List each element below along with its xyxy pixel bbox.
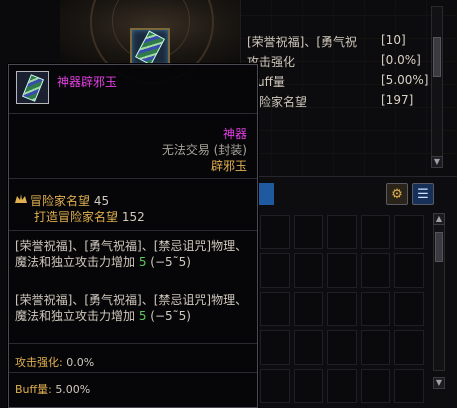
inventory-slot[interactable] (327, 253, 357, 288)
scrollbar-thumb[interactable] (435, 232, 443, 262)
inventory-slot[interactable] (394, 215, 424, 250)
effect-description: [荣誉祝福]、[勇气祝福]、[禁忌诅咒]物理、魔法和独立攻击力增加 5 (−5˜… (15, 293, 251, 324)
inventory-slot[interactable] (327, 291, 357, 327)
trade-status: 无法交易 (封装) (161, 143, 247, 157)
inventory-slot[interactable] (293, 330, 324, 365)
inventory-slot[interactable] (293, 368, 324, 403)
stat-value: [5.00%] (381, 73, 429, 87)
inventory-slot[interactable] (260, 291, 290, 327)
inventory-slot[interactable] (293, 291, 324, 327)
inventory-tab[interactable] (258, 183, 274, 205)
attack-enhance-row: 攻击强化: 0.0% (15, 354, 94, 370)
item-set-name: 辟邪玉 (210, 159, 247, 173)
scroll-down-arrow-icon[interactable]: ▼ (433, 377, 445, 389)
scroll-up-arrow-icon[interactable]: ▲ (433, 213, 445, 225)
inventory-panel: ⚙ ☰ ▲ ▼ (258, 176, 457, 408)
inventory-scrollbar[interactable] (433, 221, 445, 371)
item-name: 神器辟邪玉 (57, 75, 118, 89)
inventory-slot[interactable] (394, 291, 424, 327)
divider (9, 230, 257, 231)
forge-fame: 打造冒险家名望 152 (34, 208, 145, 225)
inventory-slot[interactable] (394, 253, 424, 288)
inventory-slot[interactable] (293, 253, 324, 288)
stat-value: [0.0%] (381, 53, 421, 67)
stat-value: [197] (381, 93, 414, 107)
scroll-down-arrow-icon[interactable]: ▼ (431, 156, 443, 168)
inventory-slot[interactable] (327, 215, 357, 250)
equipped-item-slot[interactable] (130, 28, 170, 68)
item-rarity: 神器 (222, 127, 247, 141)
effect-range: (−5˜5) (146, 254, 191, 269)
inventory-slot[interactable] (360, 330, 391, 365)
item-icon (16, 71, 49, 104)
inventory-slot[interactable] (260, 368, 290, 403)
gear-icon[interactable]: ⚙ (386, 183, 408, 205)
inventory-slot[interactable] (293, 215, 324, 250)
inventory-slot[interactable] (360, 291, 391, 327)
inventory-slot[interactable] (360, 253, 391, 288)
inventory-slot[interactable] (260, 253, 290, 288)
effect-description: [荣誉祝福]、[勇气祝福]、[禁忌诅咒]物理、魔法和独立攻击力增加 5 (−5˜… (15, 239, 251, 270)
stats-scrollbar[interactable] (431, 6, 443, 166)
divider (9, 343, 257, 344)
stat-value: [10] (381, 33, 406, 47)
item-tooltip: 神器辟邪玉 神器 无法交易 (封装) 辟邪玉 冒险家名望 45 打造冒险家名望 … (8, 64, 258, 408)
artifact-item-icon (135, 30, 165, 66)
fame-icon (15, 194, 27, 203)
inventory-slot[interactable] (360, 215, 391, 250)
buff-amount-label: Buff量: (15, 383, 52, 396)
tooltip-header: 神器辟邪玉 (9, 65, 257, 114)
buff-amount-value: 5.00% (55, 383, 91, 396)
forge-fame-label: 打造冒险家名望 (34, 210, 119, 224)
talisman-card-icon (21, 73, 44, 102)
scrollbar-thumb[interactable] (433, 37, 441, 77)
fame-value: 45 (93, 194, 110, 208)
buff-amount-row: Buff量: 5.00% (15, 381, 90, 397)
divider (9, 178, 257, 179)
inventory-slot[interactable] (327, 330, 357, 365)
effect-text: [荣誉祝福]、[勇气祝福]、[禁忌诅咒]物理、魔法和独立攻击力增加 (15, 239, 248, 269)
adventurer-fame: 冒险家名望 45 (30, 192, 109, 209)
fame-label: 冒险家名望 (30, 194, 91, 208)
stat-label: uff量 (257, 75, 285, 89)
attack-enhance-label: 攻击强化: (15, 356, 63, 369)
divider (9, 372, 257, 373)
inventory-slot[interactable] (327, 368, 357, 403)
stat-label: 险家名望 (259, 95, 308, 109)
inventory-grid (258, 213, 426, 405)
list-icon[interactable]: ☰ (412, 183, 434, 205)
inventory-slot[interactable] (360, 368, 391, 403)
inventory-slot[interactable] (260, 215, 290, 250)
effect-range: (−5˜5) (146, 308, 191, 323)
effect-text: [荣誉祝福]、[勇气祝福]、[禁忌诅咒]物理、魔法和独立攻击力增加 (15, 293, 248, 323)
forge-fame-value: 152 (121, 210, 145, 224)
inventory-slot[interactable] (394, 330, 424, 365)
attack-enhance-value: 0.0% (66, 356, 95, 369)
character-stats-panel: [荣誉祝福]、[勇气祝 [10] 攻击强化 [0.0%] uff量 [5.00%… (240, 0, 457, 176)
inventory-slot[interactable] (394, 368, 424, 403)
inventory-slot[interactable] (260, 330, 290, 365)
stat-label: [荣誉祝福]、[勇气祝 (247, 35, 358, 49)
